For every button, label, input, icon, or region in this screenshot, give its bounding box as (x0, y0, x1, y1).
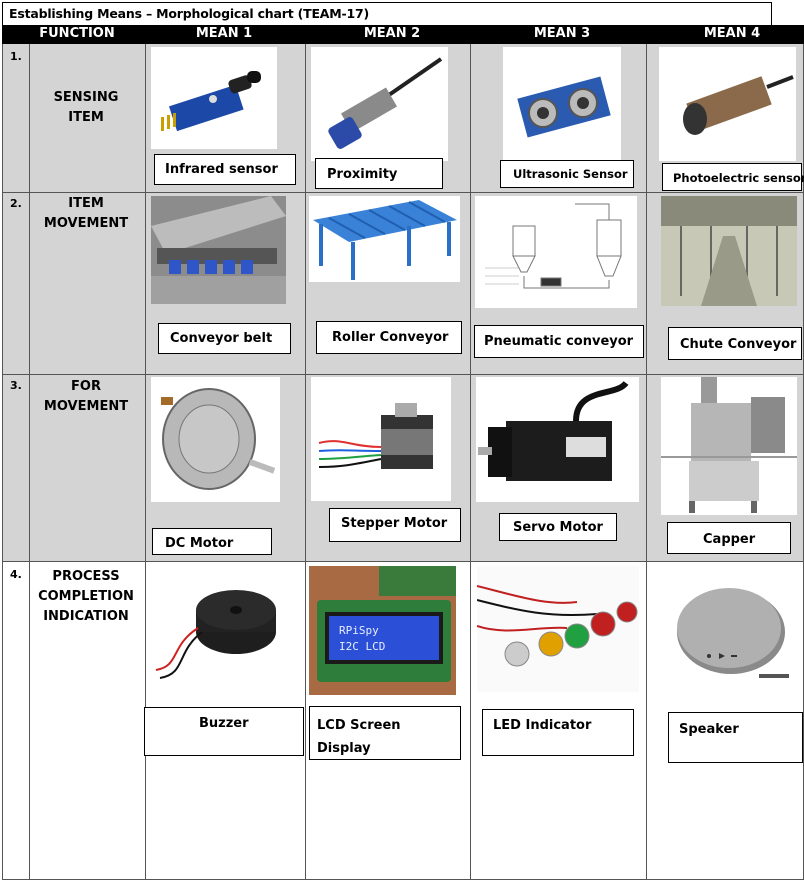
label-lcd-screen-display: LCD Screen Display (309, 706, 461, 760)
label-infrared-sensor: Infrared sensor (154, 154, 296, 185)
stepper-motor-image (311, 377, 451, 501)
ultrasonic-sensor-image (503, 47, 621, 161)
buzzer-image (150, 566, 291, 699)
capper-image (661, 377, 797, 515)
row4-function: PROCESS COMPLETION INDICATION (38, 569, 134, 624)
row3-number: 3. (10, 379, 22, 392)
lcd-screen-image: RPiSpy I2C LCD (309, 566, 456, 695)
header-mean3: MEAN 3 (533, 26, 591, 41)
row2-number: 2. (10, 197, 22, 210)
header-mean4: MEAN 4 (703, 26, 761, 41)
label-buzzer: Buzzer (144, 707, 304, 756)
chute-conveyor-image (661, 196, 797, 306)
row4-number: 4. (10, 568, 22, 581)
label-roller-conveyor: Roller Conveyor (316, 321, 462, 354)
label-led-indicator: LED Indicator (482, 709, 634, 756)
label-chute-conveyor: Chute Conveyor (668, 327, 802, 360)
label-ultrasonic-sensor: Ultrasonic Sensor (500, 160, 634, 188)
label-dc-motor: DC Motor (152, 528, 272, 555)
pneumatic-conveyor-image (475, 196, 637, 308)
label-proximity: Proximity (315, 158, 443, 189)
row1-number: 1. (10, 50, 22, 63)
label-pneumatic-conveyor: Pneumatic conveyor (474, 325, 644, 358)
infrared-sensor-image (151, 47, 277, 149)
label-speaker: Speaker (668, 712, 803, 763)
row2-function: ITEM MOVEMENT (43, 196, 129, 231)
label-conveyor-belt: Conveyor belt (158, 323, 291, 354)
servo-motor-image (476, 377, 639, 502)
label-capper: Capper (667, 522, 791, 554)
lcd-line-2: I2C LCD (339, 640, 385, 653)
table-header: FUNCTION MEAN 1 MEAN 2 MEAN 3 MEAN 4 (2, 25, 804, 44)
led-indicator-image (477, 566, 639, 692)
conveyor-belt-image (151, 196, 286, 304)
dc-motor-image (151, 377, 280, 502)
row1-function: SENSING ITEM (53, 90, 119, 125)
row3-function: FOR MOVEMENT (43, 379, 129, 414)
header-mean2: MEAN 2 (363, 26, 421, 41)
label-photoelectric-sensor: Photoelectric sensor (662, 163, 804, 191)
header-function: FUNCTION (39, 26, 115, 41)
header-mean1: MEAN 1 (195, 26, 253, 41)
label-stepper-motor: Stepper Motor (329, 508, 461, 542)
proximity-sensor-image (311, 47, 448, 161)
speaker-image (659, 566, 797, 694)
chart-title: Establishing Means – Morphological chart… (9, 6, 370, 21)
photoelectric-sensor-image (659, 47, 796, 161)
lcd-line-1: RPiSpy (339, 624, 379, 637)
label-servo-motor: Servo Motor (499, 513, 617, 541)
chart-title-box: Establishing Means – Morphological chart… (2, 2, 772, 26)
roller-conveyor-image (309, 196, 460, 282)
